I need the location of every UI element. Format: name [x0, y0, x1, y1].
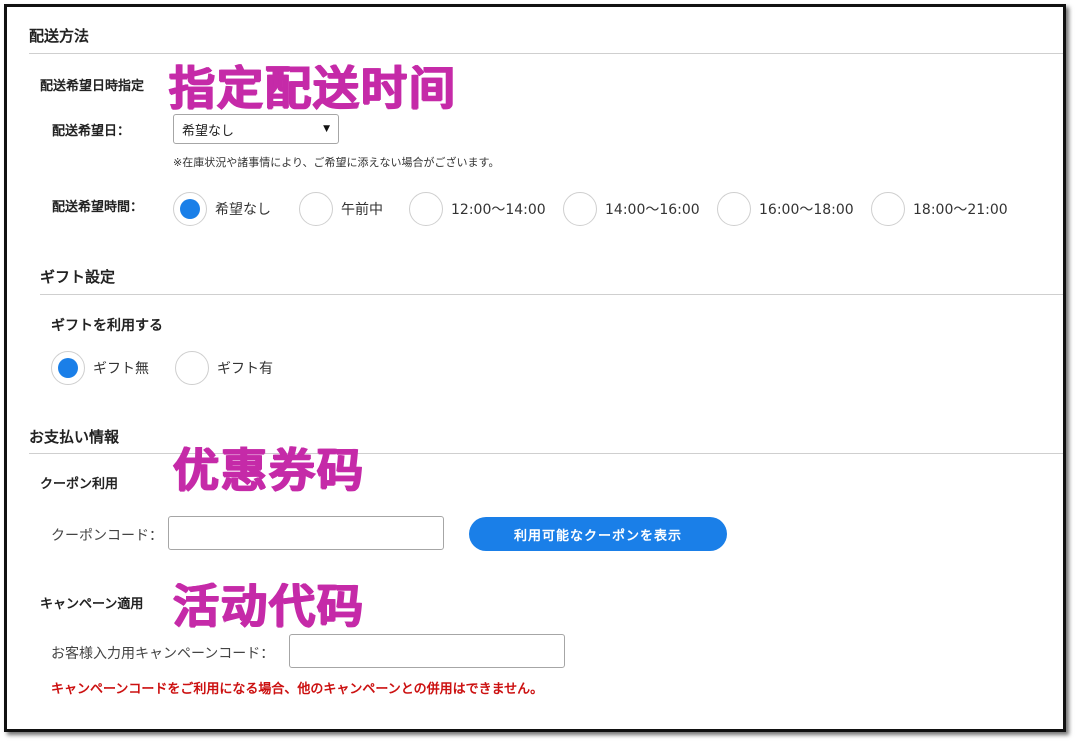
radio-selected-dot: [180, 199, 200, 219]
dropdown-arrow-icon: ▼: [323, 124, 330, 134]
delivery-time-option-label: 午前中: [341, 202, 383, 218]
show-coupons-button[interactable]: 利用可能なクーポンを表示: [469, 517, 727, 551]
radio-button[interactable]: [51, 351, 85, 385]
radio-button[interactable]: [175, 351, 209, 385]
delivery-note: ※在庫状況や諸事情により、ご希望に添えない場合がございます。: [173, 156, 500, 169]
checkout-form-frame: 配送方法 配送希望日時指定 指定配送时间 配送希望日： 希望なし ▼ ※在庫状況…: [4, 4, 1066, 732]
annotation-campaign: 活动代码: [173, 579, 365, 633]
annotation-coupon: 优惠券码: [173, 443, 365, 497]
gift-option[interactable]: ギフト有: [175, 351, 299, 385]
campaign-code-label: お客様入力用キャンペーンコード：: [51, 646, 275, 662]
delivery-date-label: 配送希望日：: [52, 124, 131, 139]
delivery-time-option-label: 16:00〜18:00: [759, 202, 854, 218]
gift-use-label: ギフトを利用する: [51, 318, 163, 334]
delivery-time-option-label: 12:00〜14:00: [451, 202, 546, 218]
radio-selected-dot: [58, 358, 78, 378]
shipping-section-title: 配送方法: [29, 27, 90, 45]
delivery-time-option-label: 14:00〜16:00: [605, 202, 700, 218]
gift-section-title: ギフト設定: [40, 268, 116, 286]
campaign-warning: キャンペーンコードをご利用になる場合、他のキャンペーンとの併用はできません。: [51, 682, 544, 697]
delivery-time-option-label: 希望なし: [215, 202, 271, 218]
coupon-title: クーポン利用: [40, 477, 119, 492]
radio-button[interactable]: [717, 192, 751, 226]
gift-option-label: ギフト無: [93, 361, 149, 377]
gift-option-label: ギフト有: [217, 361, 273, 377]
campaign-code-input[interactable]: [289, 634, 565, 668]
radio-button[interactable]: [173, 192, 207, 226]
radio-button[interactable]: [299, 192, 333, 226]
shipping-divider: [29, 53, 1063, 54]
delivery-time-option[interactable]: 14:00〜16:00: [563, 192, 717, 226]
delivery-time-option[interactable]: 16:00〜18:00: [717, 192, 871, 226]
radio-button[interactable]: [871, 192, 905, 226]
delivery-time-label: 配送希望時間：: [52, 200, 144, 215]
delivery-time-radio-group: 希望なし 午前中 12:00〜14:00 14:00〜16:00 16:00〜18:00…: [173, 192, 1025, 226]
delivery-time-option[interactable]: 希望なし: [173, 192, 299, 226]
coupon-code-label: クーポンコード：: [51, 528, 163, 544]
coupon-code-input[interactable]: [168, 516, 444, 550]
delivery-time-option[interactable]: 12:00〜14:00: [409, 192, 563, 226]
delivery-time-option[interactable]: 午前中: [299, 192, 409, 226]
gift-radio-group: ギフト無 ギフト有: [51, 351, 299, 385]
annotation-delivery-time: 指定配送时间: [169, 61, 457, 115]
campaign-title: キャンペーン適用: [40, 597, 144, 612]
delivery-time-option[interactable]: 18:00〜21:00: [871, 192, 1025, 226]
delivery-date-value: 希望なし: [182, 123, 235, 139]
delivery-date-select[interactable]: 希望なし ▼: [173, 114, 339, 144]
payment-section-title: お支払い情報: [29, 428, 120, 446]
radio-button[interactable]: [563, 192, 597, 226]
radio-button[interactable]: [409, 192, 443, 226]
gift-option[interactable]: ギフト無: [51, 351, 175, 385]
delivery-time-option-label: 18:00〜21:00: [913, 202, 1008, 218]
gift-divider: [40, 294, 1063, 295]
delivery-datetime-title: 配送希望日時指定: [40, 79, 145, 94]
